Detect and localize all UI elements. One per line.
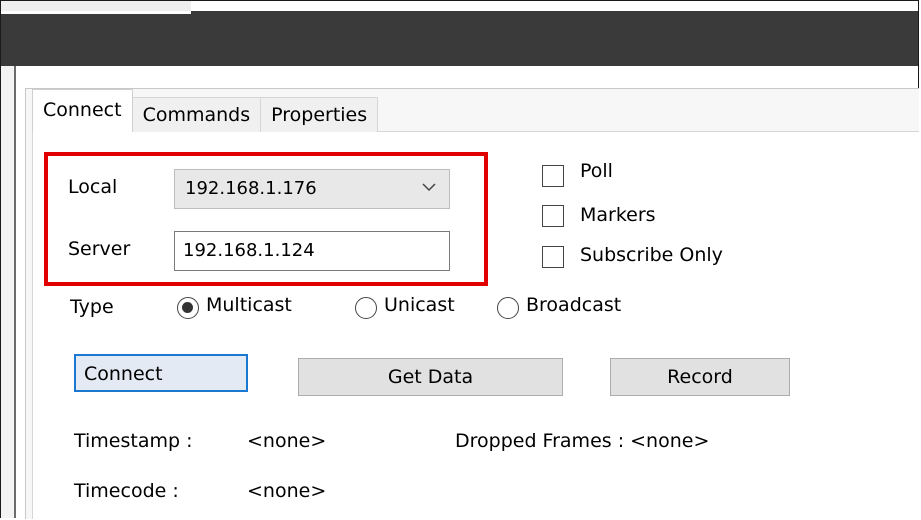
tab-connect[interactable]: Connect [32,89,133,132]
highlight-box [44,152,488,286]
title-bar [1,11,918,66]
poll-checkbox[interactable] [542,165,564,187]
multicast-label: Multicast [206,294,292,316]
unicast-label: Unicast [384,294,455,316]
dropped-frames-label: Dropped Frames : <none> [455,430,710,452]
markers-checkbox[interactable] [542,205,564,227]
broadcast-label: Broadcast [526,294,622,316]
timecode-label: Timecode : [74,480,179,502]
timestamp-value: <none> [247,430,327,452]
subscribe-only-checkbox[interactable] [542,246,564,268]
tab-commands[interactable]: Commands [131,97,262,132]
broadcast-radio[interactable] [497,297,519,319]
multicast-radio[interactable] [177,297,199,319]
timestamp-label: Timestamp : [74,430,193,452]
markers-label: Markers [580,204,656,226]
type-label: Type [70,296,114,318]
unicast-radio[interactable] [355,297,377,319]
connect-button[interactable]: Connect [74,354,248,392]
get-data-button[interactable]: Get Data [298,358,563,396]
poll-label: Poll [580,160,613,182]
top-strip [1,1,191,11]
radio-selected-dot [182,302,193,313]
title-bar-accent [1,11,191,14]
tab-properties[interactable]: Properties [260,97,379,132]
timecode-value: <none> [247,480,327,502]
subscribe-only-label: Subscribe Only [580,244,723,266]
left-gutter [1,66,16,518]
record-button[interactable]: Record [610,358,790,396]
tab-strip: Connect Commands Properties [32,88,379,132]
